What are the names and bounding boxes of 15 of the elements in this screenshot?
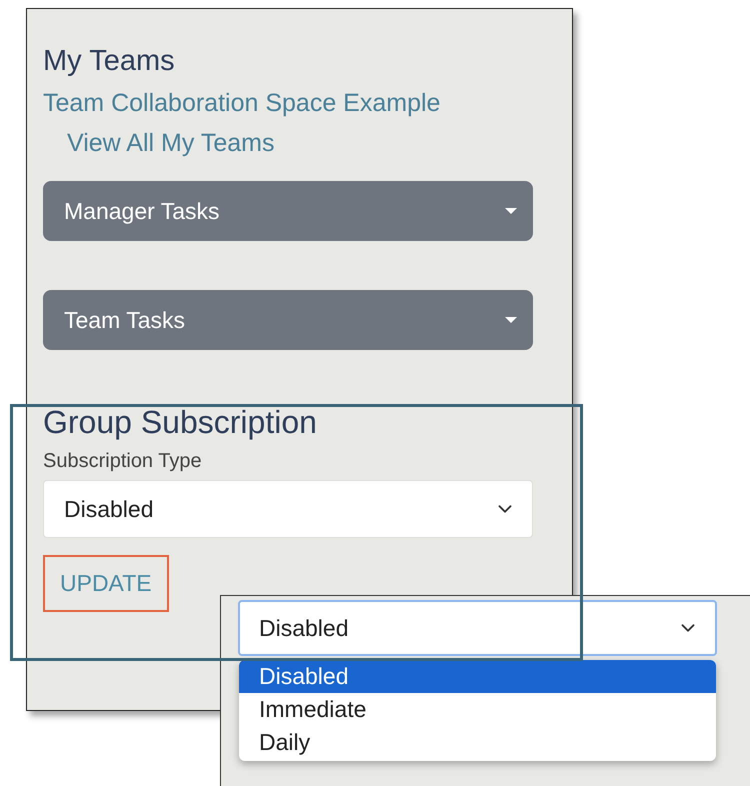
view-all-link[interactable]: View All My Teams (67, 123, 274, 163)
subscription-select[interactable]: Disabled (43, 480, 533, 538)
dropdown-menu-button[interactable]: Team Tasks (43, 290, 533, 350)
dropdown-menu-button[interactable]: Manager Tasks (43, 181, 533, 241)
caret-icon (505, 208, 517, 214)
dropdown-option[interactable]: Daily (239, 726, 716, 759)
subscription-select[interactable]: Disabled (238, 600, 717, 656)
update-button[interactable]: UPDATE (43, 555, 169, 612)
field-label: Subscription Type (43, 449, 203, 474)
dropdown-option[interactable]: Disabled (239, 660, 716, 693)
section-title: My Teams (43, 45, 176, 77)
dropdown-option[interactable]: Immediate (239, 693, 716, 726)
team-link[interactable]: Team Collaboration Space Example (43, 83, 440, 123)
section-title: Group Subscription (43, 403, 318, 442)
caret-icon (505, 316, 517, 324)
